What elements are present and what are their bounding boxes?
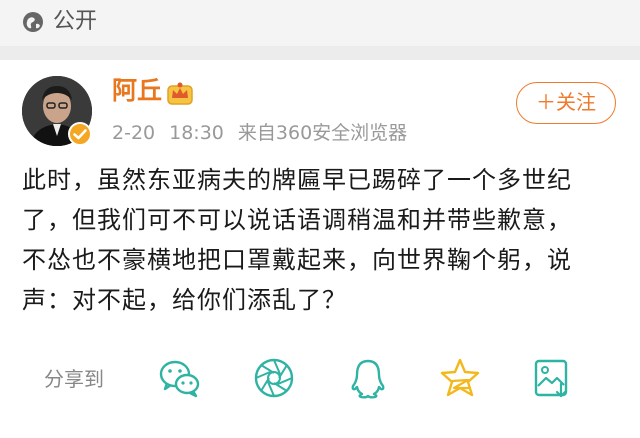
share-label: 分享到 (44, 367, 104, 391)
follow-button[interactable]: ＋关注 (516, 82, 616, 124)
post-content-line: 了，但我们可不可以说话语调稍温和并带些歉意， (22, 206, 572, 234)
visibility-label: 公开 (53, 9, 98, 34)
visibility-bar: 公开 (0, 0, 640, 46)
wechat-icon[interactable] (158, 356, 202, 400)
post-meta: 2-20 18:30 来自360安全浏览器 (112, 122, 407, 144)
section-divider (0, 46, 640, 60)
qq-icon[interactable] (346, 356, 390, 400)
verified-badge-icon (68, 122, 92, 146)
post-content-line: 此时，虽然东亚病夫的牌匾早已踢碎了一个多世纪 (22, 166, 572, 194)
globe-icon (23, 12, 43, 32)
post-content-line: 声：对不起，给你们添乱了？ (22, 286, 347, 314)
post-content: 此时，虽然东亚病夫的牌匾早已踢碎了一个多世纪 了，但我们可不可以说话语调稍温和并… (22, 160, 618, 320)
vip-crown-icon (167, 82, 193, 105)
post-source[interactable]: 来自360安全浏览器 (238, 122, 407, 144)
post-time: 18:30 (169, 122, 224, 144)
username[interactable]: 阿丘 (112, 76, 162, 106)
post-date: 2-20 (112, 122, 156, 144)
moments-icon[interactable] (252, 356, 296, 400)
save-image-icon[interactable] (530, 356, 574, 400)
qzone-icon[interactable] (438, 356, 482, 400)
post-content-line: 不怂也不豪横地把口罩戴起来，向世界鞠个躬，说 (22, 246, 572, 274)
